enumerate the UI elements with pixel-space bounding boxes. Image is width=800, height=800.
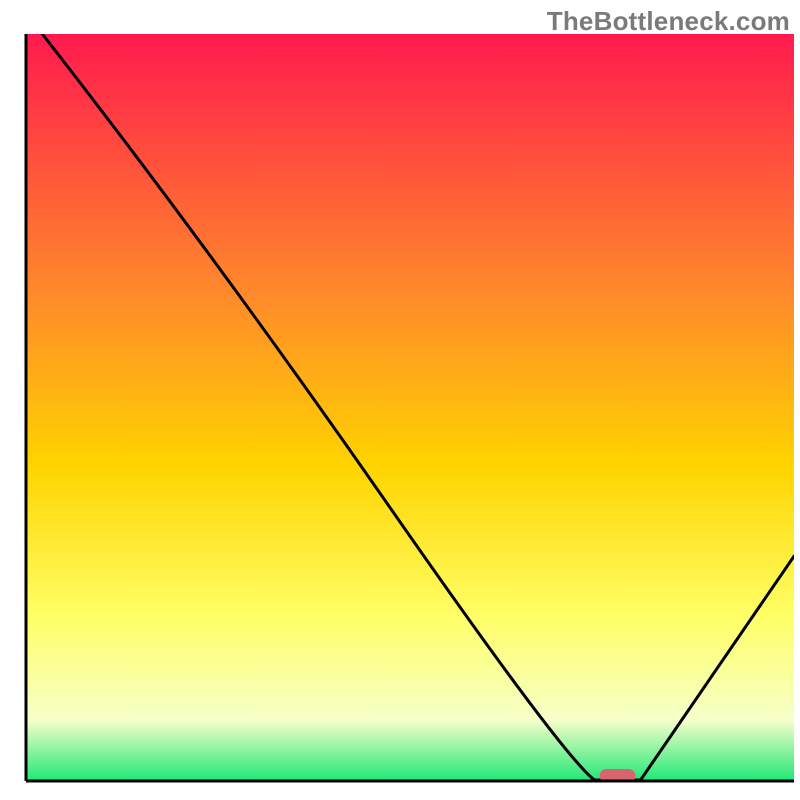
chart-svg [0, 0, 800, 800]
plot-background [27, 34, 794, 780]
chart-canvas: TheBottleneck.com [0, 0, 800, 800]
watermark-text: TheBottleneck.com [547, 6, 790, 37]
